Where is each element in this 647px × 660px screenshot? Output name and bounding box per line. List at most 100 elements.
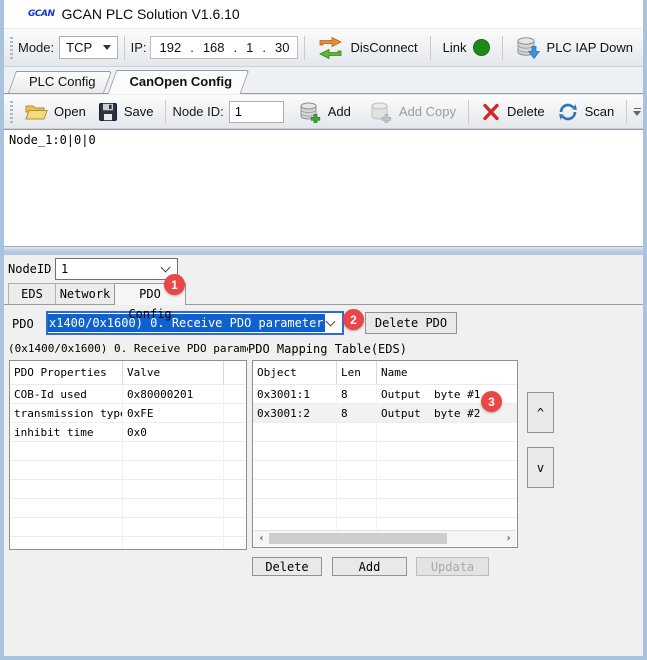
table-row[interactable] xyxy=(253,442,517,461)
table-row[interactable] xyxy=(10,518,246,537)
canopen-toolbar: Open Save Node ID: Add xyxy=(4,94,643,129)
plc-iap-down-label: PLC IAP Down xyxy=(547,40,633,55)
tab-canopen-config[interactable]: CanOpen Config xyxy=(112,70,245,94)
table-cell: inhibit time xyxy=(10,423,123,441)
toolbar-overflow-icon[interactable] xyxy=(633,108,641,116)
delete-pdo-button[interactable]: Delete PDO xyxy=(365,312,457,334)
table-row[interactable]: 0x3001:18Output byte #1 xyxy=(253,385,517,404)
plc-iap-down-button[interactable]: PLC IAP Down xyxy=(509,34,639,62)
update-mapping-button[interactable]: Updata xyxy=(416,557,489,576)
tab-eds[interactable]: EDS xyxy=(8,283,56,304)
add-copy-label: Add Copy xyxy=(399,104,456,119)
column-header[interactable]: Valve xyxy=(123,361,224,384)
pdo-panel: NodeID 1 EDS Network PDO Config 1 PDO x1… xyxy=(4,255,643,656)
table-cell: transmission type xyxy=(10,404,123,422)
table-row[interactable] xyxy=(253,499,517,518)
scan-button[interactable]: Scan xyxy=(551,99,621,125)
table-cell: 0x3001:2 xyxy=(253,404,337,422)
delete-mapping-button[interactable]: Delete xyxy=(252,557,322,576)
add-node-button[interactable]: Add xyxy=(292,99,357,125)
table-row[interactable]: COB-Id used0x80000201 xyxy=(10,385,246,404)
chevron-down-icon xyxy=(326,317,336,327)
database-download-icon xyxy=(515,36,541,60)
red-x-icon xyxy=(481,102,501,122)
table-cell: COB-Id used xyxy=(10,385,123,403)
ip-address-input[interactable]: 192 . 168 . 1 . 30 xyxy=(150,36,298,59)
add-mapping-button[interactable]: Add xyxy=(332,557,407,576)
nodeid-label: NodeID xyxy=(8,262,51,276)
tab-label: PDO Config xyxy=(128,287,171,321)
open-label: Open xyxy=(54,104,86,119)
column-header[interactable]: Len xyxy=(337,361,377,384)
table-cell xyxy=(253,461,337,479)
tab-network[interactable]: Network xyxy=(55,283,115,304)
ip-label: IP: xyxy=(131,40,147,55)
column-header[interactable]: Object xyxy=(253,361,337,384)
add-copy-button[interactable]: Add Copy xyxy=(363,99,462,125)
node-output-area[interactable]: Node_1:0|0|0 xyxy=(4,129,643,247)
open-button[interactable]: Open xyxy=(18,100,92,124)
ip-octet-4[interactable]: 30 xyxy=(275,40,289,55)
ip-octet-1[interactable]: 192 xyxy=(159,40,181,55)
move-up-button[interactable]: ^ xyxy=(527,392,554,433)
horizontal-scrollbar[interactable]: ‹ › xyxy=(254,530,516,546)
scrollbar-thumb[interactable] xyxy=(269,533,447,544)
table-row[interactable] xyxy=(10,537,246,550)
scan-label: Scan xyxy=(585,104,615,119)
table-row[interactable] xyxy=(253,480,517,499)
delete-node-button[interactable]: Delete xyxy=(475,100,551,124)
link-status[interactable]: Link xyxy=(437,37,496,58)
table-row[interactable] xyxy=(10,499,246,518)
scroll-right-icon[interactable]: › xyxy=(501,533,516,544)
disconnect-button[interactable]: DisConnect xyxy=(311,34,423,62)
table-cell xyxy=(337,442,377,460)
horizontal-splitter[interactable] xyxy=(4,247,643,255)
node-id-input[interactable] xyxy=(229,101,284,123)
tab-plc-config[interactable]: PLC Config xyxy=(12,71,108,93)
table-cell xyxy=(123,442,224,460)
add-label: Add xyxy=(328,104,351,119)
scroll-left-icon[interactable]: ‹ xyxy=(254,533,269,544)
column-header[interactable] xyxy=(224,361,246,384)
pdo-select[interactable]: x1400/0x1600) 0. Receive PDO parameter xyxy=(46,311,344,335)
table-row[interactable] xyxy=(253,423,517,442)
toolbar-grip-icon[interactable] xyxy=(10,37,13,59)
table-cell xyxy=(337,461,377,479)
table-row[interactable]: transmission type0xFE xyxy=(10,404,246,423)
move-down-button[interactable]: v xyxy=(527,447,554,488)
database-copy-icon xyxy=(369,101,393,123)
table-cell xyxy=(337,480,377,498)
table-cell: 8 xyxy=(337,404,377,422)
scan-refresh-icon xyxy=(557,101,579,123)
tab-label: PLC Config xyxy=(29,74,95,89)
table-row[interactable] xyxy=(10,461,246,480)
pdo-label: PDO xyxy=(12,317,34,331)
open-folder-icon xyxy=(24,102,48,122)
column-header[interactable]: PDO Properties xyxy=(10,361,123,384)
main-tab-strip: PLC Config CanOpen Config xyxy=(4,67,643,94)
save-button[interactable]: Save xyxy=(92,100,160,124)
ip-octet-3[interactable]: 1 xyxy=(246,40,253,55)
table-cell xyxy=(10,537,123,550)
table-cell xyxy=(10,518,123,536)
ip-dot: . xyxy=(234,40,238,55)
step-badge-1: 1 xyxy=(164,274,185,295)
mode-select[interactable]: TCP xyxy=(59,36,117,59)
delete-label: Delete xyxy=(507,104,545,119)
column-header[interactable]: Name xyxy=(377,361,517,384)
ip-octet-2[interactable]: 168 xyxy=(203,40,225,55)
table-cell xyxy=(377,461,517,479)
table-cell: 0x80000201 xyxy=(123,385,224,403)
table-row[interactable] xyxy=(10,442,246,461)
toolbar-grip-icon[interactable] xyxy=(10,101,13,123)
separator xyxy=(165,100,166,124)
dropdown-arrow-icon xyxy=(103,45,111,50)
table-row[interactable] xyxy=(10,480,246,499)
table-row[interactable] xyxy=(253,461,517,480)
table-row[interactable]: inhibit time0x0 xyxy=(10,423,246,442)
table-cell xyxy=(224,385,246,403)
nodeid-select[interactable]: 1 xyxy=(55,258,178,280)
table-row[interactable]: 0x3001:28Output byte #2 xyxy=(253,404,517,423)
pdo-selected-text: x1400/0x1600) 0. Receive PDO parameter xyxy=(48,314,325,332)
node-id-label: Node ID: xyxy=(172,104,223,119)
